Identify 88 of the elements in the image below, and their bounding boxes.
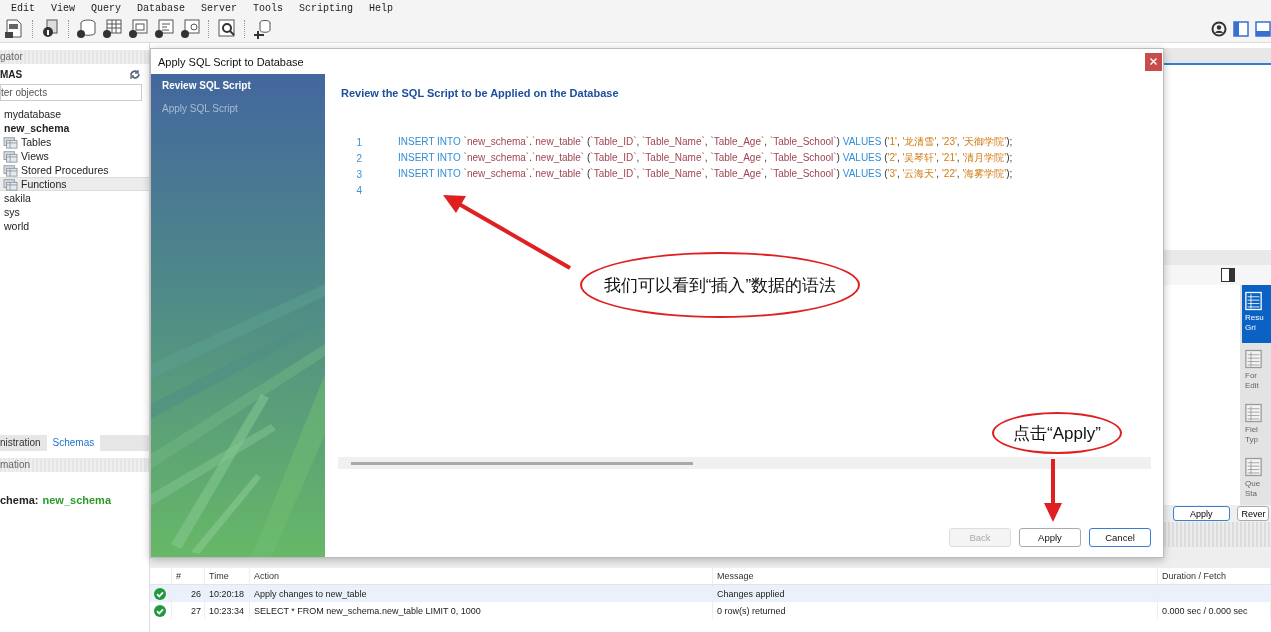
table-cell: 0 row(s) returned xyxy=(713,602,1158,619)
table-cell: Changes applied xyxy=(713,585,1158,602)
panel-button[interactable]: Apply xyxy=(1173,506,1230,521)
tab-label: Que xyxy=(1245,478,1261,489)
close-icon xyxy=(1150,58,1157,65)
scrollbar[interactable] xyxy=(338,457,1151,469)
pane-header: gator xyxy=(0,50,149,64)
tree-item[interactable]: Views xyxy=(0,149,149,163)
arrow xyxy=(1044,459,1062,522)
schema-item[interactable]: mydatabase xyxy=(0,107,149,121)
table-add-icon[interactable] xyxy=(102,18,124,40)
line-number: 1 xyxy=(355,136,362,148)
schema-item[interactable]: new_schema xyxy=(0,121,149,135)
menu-item[interactable]: Help xyxy=(364,2,399,14)
tab-label: For xyxy=(1245,370,1258,381)
side-tab[interactable]: Que Sta xyxy=(1240,450,1271,505)
column-header: Action xyxy=(250,568,713,584)
schema-item[interactable]: world xyxy=(0,219,149,233)
menu-item[interactable]: Edit xyxy=(6,2,40,14)
bottom-panel-toggle-icon[interactable] xyxy=(1255,21,1271,37)
table-cell: 10:20:18 xyxy=(205,585,250,602)
side-tab[interactable]: Resu Gri xyxy=(1242,285,1271,343)
tab-label: Fiel xyxy=(1245,424,1258,435)
table-cell: SELECT * FROM new_schema.new_table LIMIT 0, 1000 xyxy=(250,602,713,619)
table-row[interactable]: 27 10:23:34 SELECT * FROM new_schema.new_table LIMIT 0, 1000 0 row(s) returned 0.000 sec / 0.000 sec xyxy=(150,602,1271,619)
database-add-icon[interactable] xyxy=(76,18,98,40)
column-header: # xyxy=(172,568,205,584)
side-tab[interactable]: For Edit xyxy=(1240,342,1271,397)
table-search-icon[interactable] xyxy=(216,18,238,40)
database-connect-icon[interactable] xyxy=(252,18,274,40)
tab-label: Sta xyxy=(1245,488,1258,499)
tab[interactable]: Schemas xyxy=(46,435,101,451)
tab[interactable]: nistration xyxy=(0,435,47,451)
grid-icon xyxy=(1245,402,1262,423)
table-cell: Apply changes to new_table xyxy=(250,585,713,602)
profile-icon[interactable] xyxy=(1211,21,1227,37)
line-number: 2 xyxy=(355,152,362,164)
function-add-icon[interactable] xyxy=(180,18,202,40)
menu-item[interactable]: Tools xyxy=(248,2,289,14)
schema-item[interactable]: sakila xyxy=(0,191,149,205)
grid-icon xyxy=(1245,291,1262,311)
tab-label: Gri xyxy=(1245,323,1257,333)
column-header: Duration / Fetch xyxy=(1158,568,1271,584)
grid-icon xyxy=(1245,348,1262,369)
menu-item[interactable]: View xyxy=(46,2,81,14)
section-title: MAS xyxy=(0,69,23,80)
panel-toggle-icon[interactable] xyxy=(1221,268,1235,282)
table-cell: 27 xyxy=(172,602,205,619)
menu-item[interactable]: Query xyxy=(86,2,127,14)
menu-item[interactable]: Database xyxy=(132,2,191,14)
tree-item[interactable]: Tables xyxy=(0,135,149,149)
side-tab[interactable]: Fiel Typ xyxy=(1240,396,1271,451)
filter-field[interactable]: ter objects xyxy=(0,84,142,101)
wizard-step: Apply SQL Script xyxy=(151,103,325,126)
dialog-title: Apply SQL Script to Database xyxy=(158,55,304,68)
tab-label: Resu xyxy=(1245,313,1264,323)
menu-item[interactable]: Scripting xyxy=(294,2,359,14)
dialog-button[interactable]: Apply xyxy=(1019,528,1081,547)
refresh-icon[interactable] xyxy=(129,69,140,80)
table-cell: 10:23:34 xyxy=(205,602,250,619)
close-button[interactable] xyxy=(1145,52,1162,71)
procedure-add-icon[interactable] xyxy=(154,18,176,40)
tree-item[interactable]: Functions xyxy=(0,177,149,191)
code-line: INSERT INTO `new_schema`.`new_table` (`Table_ID`, `Table_Name`, `Table_Age`, `Table_School`) VALUES ('2', '吴琴轩', '21', '清月学院'); xyxy=(398,151,1013,165)
code-line: INSERT INTO `new_schema`.`new_table` (`Table_ID`, `Table_Name`, `Table_Age`, `Table_School`) VALUES ('3', '云海天', '22', '海雾学院'); xyxy=(398,167,1013,181)
tab-label: Edit xyxy=(1245,380,1259,391)
menu-item[interactable]: Server xyxy=(196,2,243,14)
view-add-icon[interactable] xyxy=(128,18,150,40)
table-cell: 26 xyxy=(172,585,205,602)
pane-header: mation xyxy=(0,458,149,472)
dialog-button[interactable]: Cancel xyxy=(1089,528,1151,547)
schema-label: chema: xyxy=(0,494,39,506)
column-header: Time xyxy=(205,568,250,584)
sidebar-toggle-icon[interactable] xyxy=(1233,21,1249,37)
line-number: 4 xyxy=(355,184,362,196)
schema-name: new_schema xyxy=(42,494,111,506)
line-number: 3 xyxy=(355,168,362,180)
schema-item[interactable]: sys xyxy=(0,205,149,219)
code-line: INSERT INTO `new_schema`.`new_table` (`Table_ID`, `Table_Name`, `Table_Age`, `Table_School`) VALUES ('1', '龙清雪', '23', '天御学院'); xyxy=(398,135,1013,149)
tree-item[interactable]: Stored Procedures xyxy=(0,163,149,177)
panel-button[interactable]: Rever xyxy=(1236,506,1269,521)
column-header: Message xyxy=(713,568,1158,584)
table-cell: 0.000 sec / 0.000 sec xyxy=(1158,602,1271,619)
tab-label: Typ xyxy=(1245,434,1258,445)
table-row[interactable]: 26 10:20:18 Apply changes to new_table Changes applied xyxy=(150,585,1271,602)
section-heading: Review the SQL Script to be Applied on the Database xyxy=(340,87,620,99)
wizard-step: Review SQL Script xyxy=(151,80,325,103)
grid-icon xyxy=(1245,456,1262,477)
